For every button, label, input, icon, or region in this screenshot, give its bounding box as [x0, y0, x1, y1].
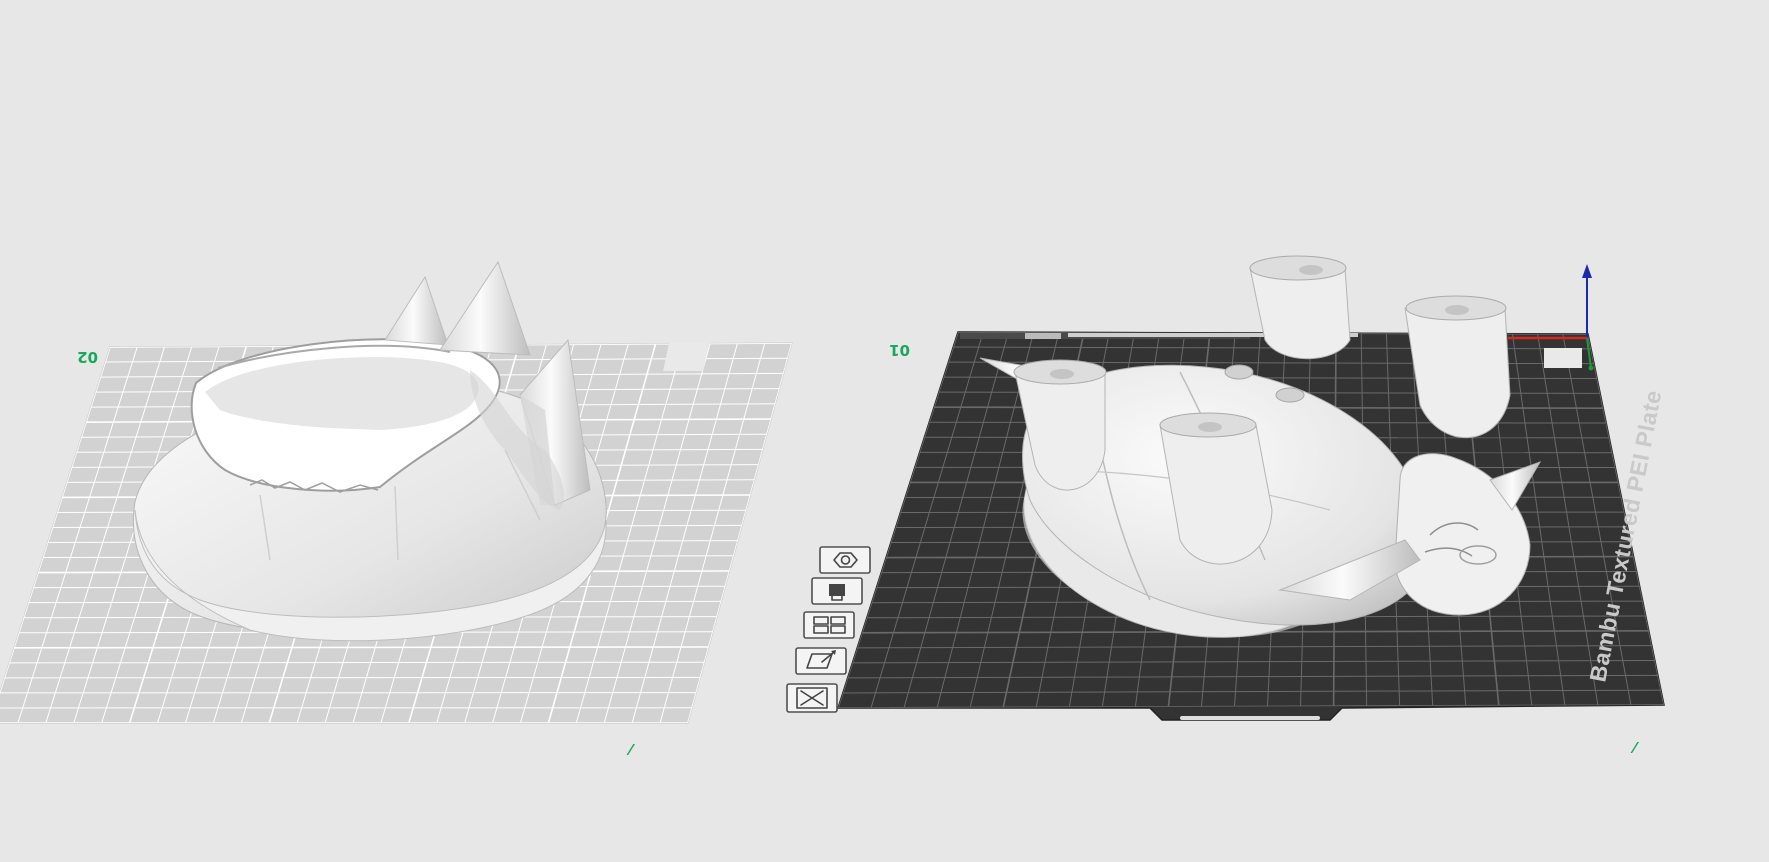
auto-orient-button[interactable]	[795, 647, 847, 675]
plate-2-corner-marker	[663, 343, 710, 371]
plate-1-handle	[1180, 716, 1320, 720]
lock-button[interactable]	[811, 577, 863, 605]
plate-2-corner-label: ⁄	[626, 740, 635, 758]
plate-1-corner-label: ⁄	[1630, 738, 1639, 756]
axis-z-arrow-icon	[1582, 264, 1592, 278]
crown-shell-model[interactable]	[133, 260, 607, 642]
plate-1-corner-marker	[1544, 348, 1582, 368]
plate-settings-button[interactable]	[803, 611, 855, 639]
3d-viewport[interactable]: 02 ⁄ 01 ⁄ Bambu Textured PEI Plate	[0, 0, 1769, 862]
plate-1-index-label: 01	[889, 341, 910, 359]
plate-2-index-label: 02	[77, 348, 98, 366]
delete-plate-button[interactable]	[786, 683, 838, 713]
lock-icon	[829, 584, 845, 596]
arrange-button[interactable]	[819, 546, 871, 574]
grid-line	[9, 661, 705, 664]
grid-line	[13, 646, 709, 649]
